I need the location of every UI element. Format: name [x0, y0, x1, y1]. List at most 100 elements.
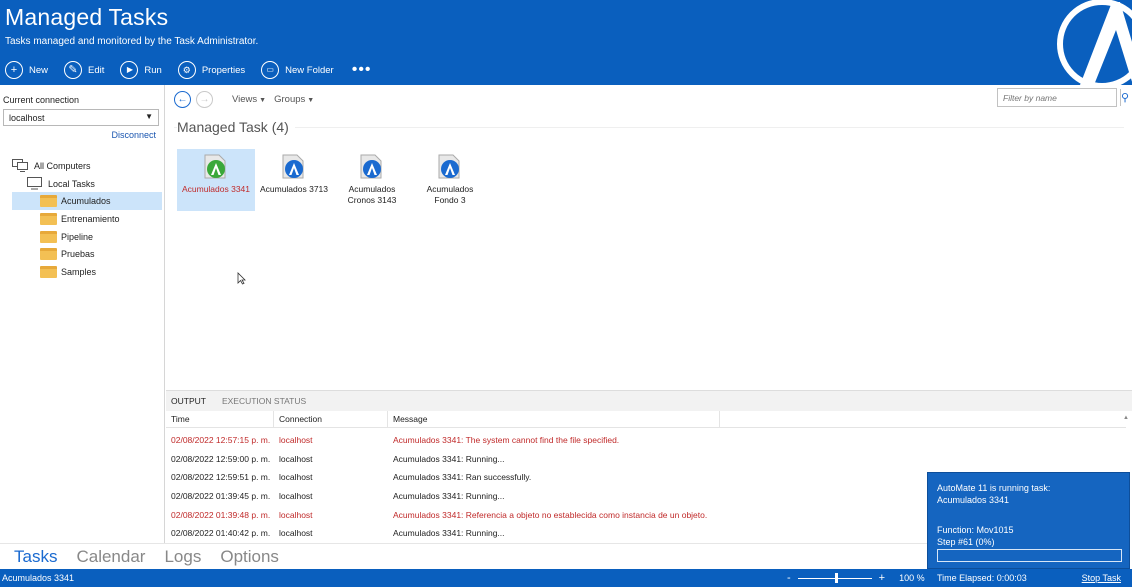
zoom-in-button[interactable]: + — [879, 572, 885, 584]
edit-button[interactable]: ✎ Edit — [64, 61, 104, 79]
tree-item-acumulados[interactable]: Acumulados — [12, 192, 162, 211]
task-running-icon — [204, 154, 226, 179]
filter-input[interactable] — [998, 89, 1120, 106]
more-button[interactable]: ••• — [352, 61, 372, 79]
task-icon — [360, 154, 382, 179]
toolbar: + New ✎ Edit ▶ Run ⚙ Properties ▭ New Fo… — [5, 60, 372, 80]
nav-calendar[interactable]: Calendar — [76, 547, 145, 567]
tree-label: Pipeline — [61, 231, 94, 242]
computer-icon — [27, 177, 42, 190]
time-elapsed: Time Elapsed: 0:00:03 — [937, 573, 1027, 583]
arrow-left-icon: ← — [177, 93, 188, 105]
mouse-cursor-icon — [237, 272, 246, 285]
column-time[interactable]: Time — [166, 411, 274, 427]
task-name: Acumulados 3341 — [181, 184, 251, 194]
edit-label: Edit — [88, 64, 105, 76]
groups-label: Groups — [274, 93, 306, 105]
zoom-slider[interactable] — [797, 572, 872, 583]
disconnect-link[interactable]: Disconnect — [111, 130, 156, 140]
task-list: Acumulados 3341 Acumulados 3713 Acumulad… — [177, 149, 489, 211]
chevron-down-icon: ▼ — [307, 96, 315, 104]
output-tabs: OUTPUT EXECUTION STATUS — [166, 391, 1132, 411]
cell-time: 02/08/2022 01:39:48 p. m. — [171, 509, 271, 520]
back-button[interactable]: ← — [174, 90, 191, 108]
table-row[interactable]: 02/08/2022 12:57:15 p. m. localhost Acum… — [166, 431, 1126, 450]
task-progress-bar — [937, 549, 1122, 562]
search-icon[interactable]: ⚲ — [1120, 89, 1129, 106]
tree-label: Pruebas — [61, 249, 95, 260]
output-table-header: Time Connection Message — [166, 411, 1126, 428]
task-name: Acumulados Fondo 3 — [426, 184, 474, 205]
properties-label: Properties — [201, 64, 246, 76]
pencil-icon: ✎ — [64, 61, 83, 79]
folder-icon — [40, 265, 57, 278]
task-icon — [282, 154, 304, 179]
new-button[interactable]: + New — [5, 61, 48, 79]
column-connection[interactable]: Connection — [274, 411, 388, 427]
navigation-bar: ← → Views ▼ Groups ▼ — [174, 89, 314, 109]
groups-menu[interactable]: Groups ▼ — [274, 94, 314, 105]
new-folder-label: New Folder — [285, 64, 334, 76]
folder-icon — [40, 212, 57, 225]
tree-item-samples[interactable]: Samples — [12, 263, 162, 281]
tab-execution-status[interactable]: EXECUTION STATUS — [217, 396, 311, 406]
tab-output[interactable]: OUTPUT — [166, 396, 211, 406]
zoom-slider-thumb[interactable] — [834, 572, 838, 583]
new-folder-icon: ▭ — [261, 61, 280, 79]
cell-message: Acumulados 3341: Running... — [393, 528, 505, 539]
cell-connection: localhost — [279, 435, 313, 446]
cell-time: 02/08/2022 12:59:51 p. m. — [171, 472, 271, 483]
cell-connection: localhost — [279, 453, 313, 464]
notification-text: AutoMate 11 is running task: Acumulados … — [937, 483, 1051, 505]
zoom-out-button[interactable]: - — [787, 572, 791, 584]
cell-connection: localhost — [279, 472, 313, 483]
task-name: Acumulados Cronos 3143 — [347, 184, 397, 205]
bottom-navigation: Tasks Calendar Logs Options — [0, 543, 927, 569]
play-icon: ▶ — [120, 61, 139, 79]
cell-message: Acumulados 3341: The system cannot find … — [393, 435, 620, 446]
cell-message: Acumulados 3341: Ran successfully. — [393, 472, 532, 483]
stop-task-link[interactable]: Stop Task — [1082, 573, 1121, 583]
task-item[interactable]: Acumulados Fondo 3 — [411, 149, 489, 211]
scroll-up-icon[interactable]: ▲ — [1123, 415, 1129, 421]
tree-label: Entrenamiento — [61, 213, 120, 224]
cell-time: 02/08/2022 01:40:42 p. m. — [171, 528, 271, 539]
tree-item-pruebas[interactable]: Pruebas — [12, 245, 162, 263]
tree-item-all-computers[interactable]: All Computers — [12, 157, 162, 175]
tree-label: All Computers — [34, 160, 91, 171]
tree-item-entrenamiento[interactable]: Entrenamiento — [12, 210, 162, 228]
views-menu[interactable]: Views ▼ — [232, 94, 266, 105]
new-folder-button[interactable]: ▭ New Folder — [261, 61, 334, 79]
folder-tree: All Computers Local Tasks Acumulados Ent… — [12, 157, 162, 281]
status-bar: Acumulados 3341 - + 100 % Time Elapsed: … — [0, 569, 1132, 587]
run-button[interactable]: ▶ Run — [120, 61, 162, 79]
column-message[interactable]: Message — [388, 411, 720, 427]
tree-item-local-tasks[interactable]: Local Tasks — [12, 175, 162, 193]
task-icon — [438, 154, 460, 179]
properties-button[interactable]: ⚙ Properties — [177, 61, 246, 79]
status-selected-task: Acumulados 3341 — [2, 573, 75, 583]
folder-icon — [40, 195, 57, 208]
arrow-right-icon: → — [199, 93, 210, 105]
page-subtitle: Tasks managed and monitored by the Task … — [5, 36, 259, 47]
running-task-notification: AutoMate 11 is running task: Acumulados … — [927, 472, 1130, 569]
nav-logs[interactable]: Logs — [164, 547, 201, 567]
cell-message: Acumulados 3341: Referencia a objeto no … — [393, 509, 708, 520]
tree-label: Samples — [61, 266, 97, 277]
properties-icon: ⚙ — [177, 61, 196, 79]
nav-options[interactable]: Options — [220, 547, 279, 567]
plus-icon: + — [5, 61, 23, 79]
tree-label: Local Tasks — [48, 178, 95, 189]
forward-button[interactable]: → — [196, 90, 213, 108]
task-browser: ← → Views▼ Groups▼ ⚲ Managed Task (4) Ac… — [166, 85, 1132, 390]
connection-select[interactable]: localhost ▼ — [3, 109, 159, 126]
table-row[interactable]: 02/08/2022 12:59:00 p. m. localhost Acum… — [166, 450, 1126, 469]
task-item[interactable]: Acumulados 3341 — [177, 149, 255, 211]
task-item[interactable]: Acumulados 3713 — [255, 149, 333, 211]
nav-tasks[interactable]: Tasks — [14, 547, 57, 567]
notification-details: Function: Mov1015 Step #61 (0%) — [937, 525, 1014, 547]
chevron-down-icon: ▼ — [259, 96, 267, 104]
task-item[interactable]: Acumulados Cronos 3143 — [333, 149, 411, 211]
task-name: Acumulados 3713 — [259, 184, 329, 194]
tree-item-pipeline[interactable]: Pipeline — [12, 228, 162, 246]
